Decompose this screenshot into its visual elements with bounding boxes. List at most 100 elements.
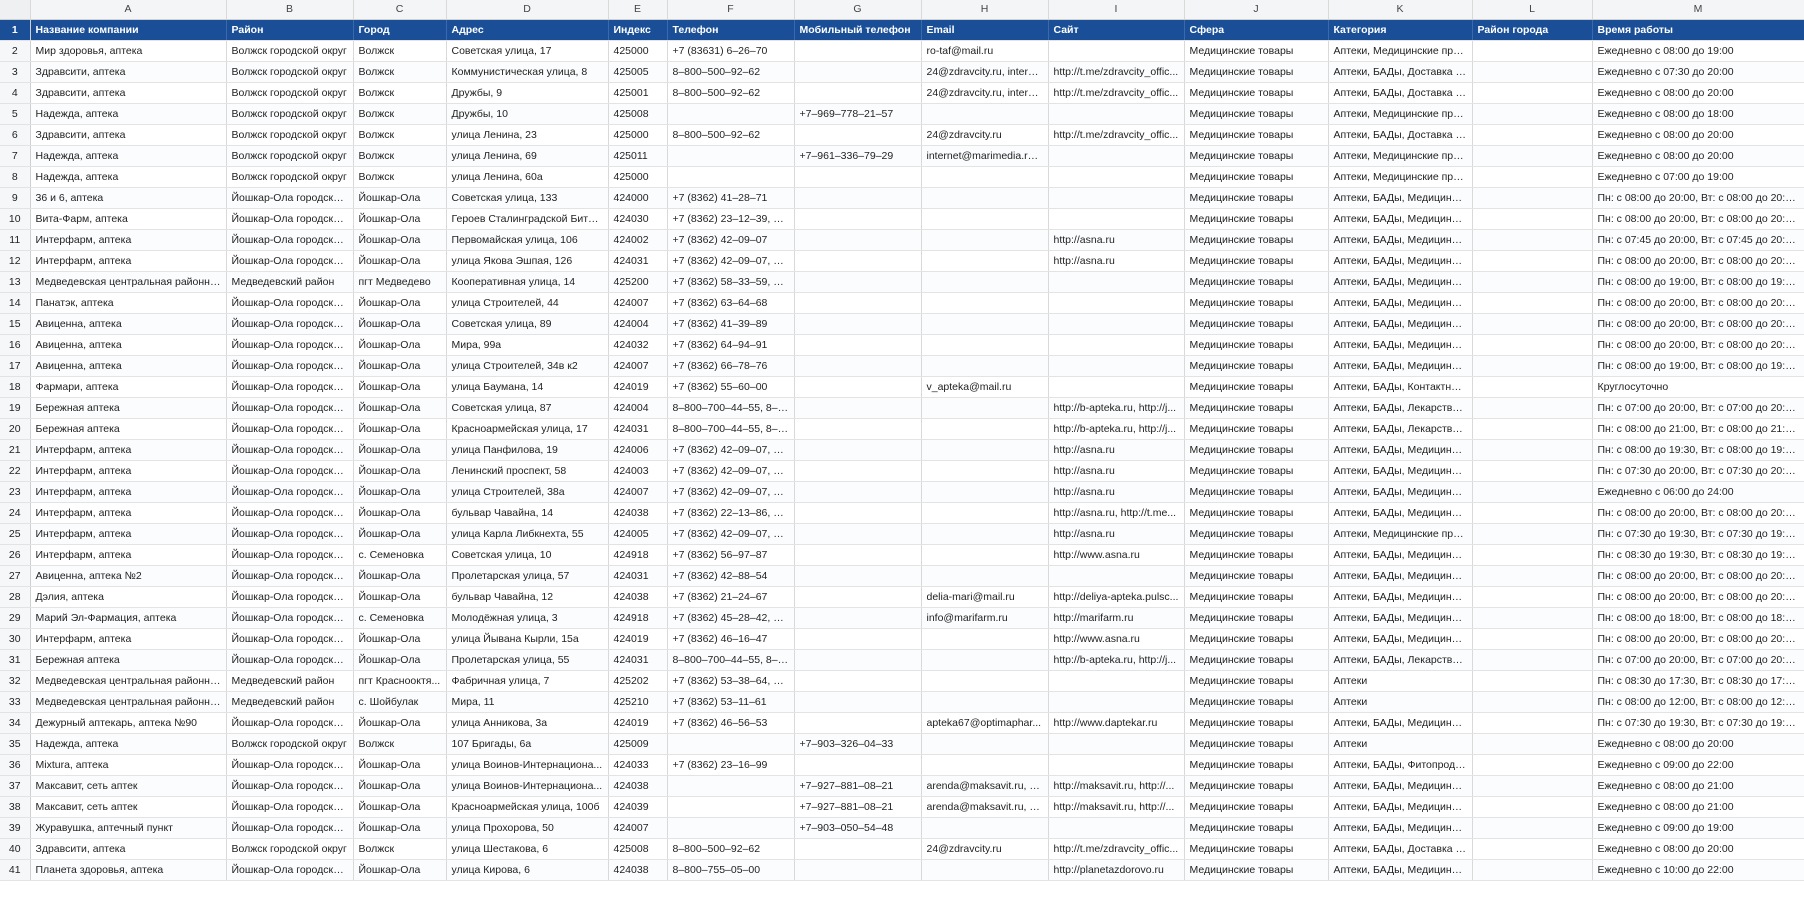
cell[interactable]: Медицинские товары — [1184, 565, 1329, 587]
cell[interactable]: http://maksavit.ru, http://... — [1048, 796, 1185, 818]
cell[interactable] — [1472, 754, 1593, 776]
cell[interactable] — [921, 271, 1049, 293]
cell[interactable] — [794, 691, 922, 713]
table-row[interactable]: 30 Интерфарм, аптека Йошкар-Ола городско..… — [0, 628, 1804, 650]
cell[interactable]: +7–927–881–08–21 — [794, 796, 922, 818]
cell[interactable]: Йошкар-Ола городско... — [226, 523, 354, 545]
cell[interactable]: +7 (8362) 42–09–07 — [667, 229, 795, 251]
cell[interactable]: Йошкар-Ола городско... — [226, 817, 354, 839]
cell[interactable]: Коммунистическая улица, 8 — [446, 61, 609, 83]
table-row[interactable]: 3 Здравсити, аптека Волжск городской округ… — [0, 61, 1804, 83]
row-number[interactable]: 3 — [0, 61, 31, 83]
spreadsheet[interactable]: ABCDEFGHIJKLM 1 Название компании Район Гор… — [0, 0, 1804, 902]
cell[interactable]: Медицинские товары — [1184, 292, 1329, 314]
cell[interactable] — [1048, 733, 1185, 755]
cell[interactable]: Медицинские товары — [1184, 460, 1329, 482]
table-row[interactable]: 14 Панатэк, аптека Йошкар-Ола городско... Й… — [0, 292, 1804, 314]
cell[interactable]: +7 (8362) 46–16–47 — [667, 628, 795, 650]
cell[interactable]: Аптеки, БАДы, Медицинск... — [1328, 565, 1473, 587]
cell[interactable]: Йошкар-Ола городско... — [226, 292, 354, 314]
header-cell[interactable]: Мобильный телефон — [794, 19, 922, 41]
row-number[interactable]: 16 — [0, 334, 31, 356]
cell[interactable]: Йошкар-Ола — [353, 250, 447, 272]
table-row[interactable]: 29 Марий Эл-Фармация, аптека Йошкар-Ола го… — [0, 607, 1804, 629]
cell[interactable]: Ежедневно с 07:30 до 20:00 — [1592, 61, 1804, 83]
cell[interactable]: Авиценна, аптека №2 — [30, 565, 227, 587]
cell[interactable]: 424004 — [608, 313, 668, 335]
cell[interactable]: 24@zdravcity.ru, interne... — [921, 82, 1049, 104]
cell[interactable]: Пн: с 08:00 до 19:30, Вт: с 08:00 до 19:… — [1592, 439, 1804, 461]
cell[interactable]: Mixtura, аптека — [30, 754, 227, 776]
cell[interactable]: Аптеки, БАДы, Медицинск... — [1328, 628, 1473, 650]
cell[interactable] — [794, 418, 922, 440]
cell[interactable]: Йошкар-Ола — [353, 187, 447, 209]
row-number[interactable]: 27 — [0, 565, 31, 587]
cell[interactable]: Аптеки, БАДы, Медицинск... — [1328, 355, 1473, 377]
cell[interactable] — [667, 796, 795, 818]
cell[interactable] — [794, 187, 922, 209]
cell[interactable]: Кооперативная улица, 14 — [446, 271, 609, 293]
cell[interactable]: Волжск городской округ — [226, 166, 354, 188]
cell[interactable] — [1472, 418, 1593, 440]
cell[interactable]: Волжск городской округ — [226, 61, 354, 83]
cell[interactable] — [794, 439, 922, 461]
row-number[interactable]: 7 — [0, 145, 31, 167]
cell[interactable]: 424019 — [608, 376, 668, 398]
cell[interactable]: Йошкар-Ола городско... — [226, 250, 354, 272]
cell[interactable]: Пн: с 07:30 до 19:30, Вт: с 07:30 до 19:… — [1592, 712, 1804, 734]
cell[interactable]: Аптеки, БАДы, Медицинск... — [1328, 187, 1473, 209]
table-row[interactable]: 37 Максавит, сеть аптек Йошкар-Ола городск… — [0, 775, 1804, 797]
cell[interactable]: Аптеки, Медицинские при... — [1328, 166, 1473, 188]
data-grid[interactable]: ABCDEFGHIJKLM 1 Название компании Район Гор… — [0, 0, 1804, 881]
cell[interactable]: Йошкар-Ола городско... — [226, 502, 354, 524]
table-row[interactable]: 40 Здравсити, аптека Волжск городской окру… — [0, 838, 1804, 860]
cell[interactable]: Йошкар-Ола городско... — [226, 775, 354, 797]
cell[interactable]: 424007 — [608, 292, 668, 314]
cell[interactable]: Йошкар-Ола — [353, 796, 447, 818]
cell[interactable]: Пн: с 08:00 до 12:00, Вт: с 08:00 до 12:… — [1592, 691, 1804, 713]
row-number[interactable]: 8 — [0, 166, 31, 188]
cell[interactable]: 24@zdravcity.ru — [921, 838, 1049, 860]
cell[interactable]: улица Воинов-Интернациона... — [446, 754, 609, 776]
cell[interactable] — [794, 502, 922, 524]
cell[interactable]: http://www.daptekar.ru — [1048, 712, 1185, 734]
cell[interactable]: Волжск — [353, 40, 447, 62]
cell[interactable] — [794, 712, 922, 734]
cell[interactable]: Медицинские товары — [1184, 754, 1329, 776]
cell[interactable]: улица Баумана, 14 — [446, 376, 609, 398]
cell[interactable] — [1472, 355, 1593, 377]
cell[interactable]: http://t.me/zdravcity_offic... — [1048, 61, 1185, 83]
cell[interactable] — [921, 166, 1049, 188]
cell[interactable]: Здравсити, аптека — [30, 838, 227, 860]
table-row[interactable]: 22 Интерфарм, аптека Йошкар-Ола городско..… — [0, 460, 1804, 482]
cell[interactable] — [921, 187, 1049, 209]
cell[interactable]: 8–800–700–44–55, 8–8... — [667, 397, 795, 419]
column-letter-header[interactable]: E — [608, 0, 668, 20]
cell[interactable]: Волжск — [353, 838, 447, 860]
cell[interactable] — [1048, 355, 1185, 377]
cell[interactable]: Авиценна, аптека — [30, 334, 227, 356]
cell[interactable]: Йошкар-Ола — [353, 754, 447, 776]
cell[interactable]: 425210 — [608, 691, 668, 713]
cell[interactable]: 424031 — [608, 649, 668, 671]
cell[interactable]: Йошкар-Ола — [353, 649, 447, 671]
cell[interactable] — [1472, 40, 1593, 62]
cell[interactable] — [794, 397, 922, 419]
row-number[interactable]: 2 — [0, 40, 31, 62]
row-number[interactable]: 22 — [0, 460, 31, 482]
cell[interactable]: Аптеки, БАДы, Медицинск... — [1328, 859, 1473, 881]
cell[interactable]: Пн: с 07:30 до 19:30, Вт: с 07:30 до 19:… — [1592, 523, 1804, 545]
cell[interactable]: Медицинские товары — [1184, 208, 1329, 230]
column-letter-header[interactable]: G — [794, 0, 922, 20]
cell[interactable]: Йошкар-Ола — [353, 460, 447, 482]
cell[interactable]: Медицинские товары — [1184, 628, 1329, 650]
cell[interactable] — [1472, 586, 1593, 608]
cell[interactable]: 107 Бригады, 6а — [446, 733, 609, 755]
column-letter-header[interactable]: L — [1472, 0, 1593, 20]
cell[interactable]: Медицинские товары — [1184, 607, 1329, 629]
cell[interactable]: +7 (8362) 41–39–89 — [667, 313, 795, 335]
cell[interactable]: 36 и 6, аптека — [30, 187, 227, 209]
cell[interactable] — [667, 103, 795, 125]
column-letter-header[interactable]: H — [921, 0, 1049, 20]
cell[interactable]: 424007 — [608, 817, 668, 839]
